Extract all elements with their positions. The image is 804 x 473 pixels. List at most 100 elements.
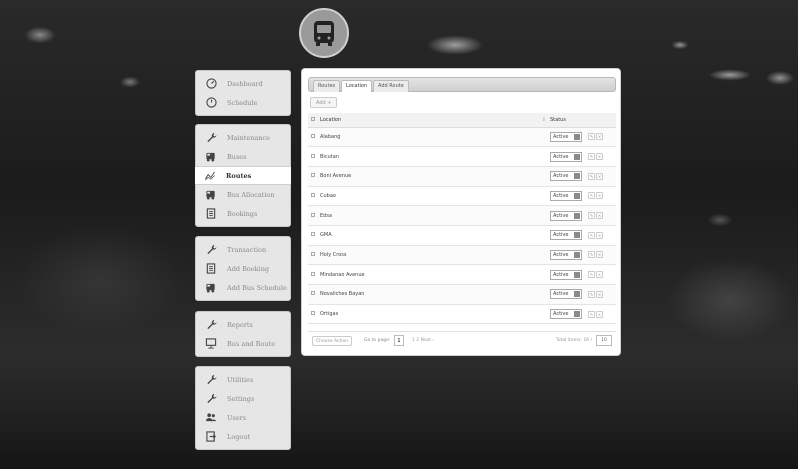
delete-icon[interactable]: × <box>596 290 603 298</box>
row-checkbox[interactable] <box>311 133 315 138</box>
bus-icon <box>314 21 334 46</box>
row-checkbox[interactable] <box>311 173 315 178</box>
sidebar-item-dashboard[interactable]: Dashboard <box>196 74 290 93</box>
clock-icon <box>205 97 217 109</box>
sidebar-item-bus-allocation[interactable]: Bus Allocation <box>196 185 290 204</box>
table-row: Cubao Active ✎ × <box>308 186 616 206</box>
edit-icon[interactable]: ✎ <box>588 251 595 259</box>
row-checkbox[interactable] <box>311 271 315 276</box>
sidebar-item-add-booking[interactable]: Add Booking <box>196 259 290 278</box>
status-column-header[interactable]: Status <box>550 113 588 128</box>
tab-location[interactable]: Location <box>341 80 373 92</box>
pagination-links[interactable]: 1 2 Next › <box>412 338 434 343</box>
page-number-input[interactable]: 1 <box>394 335 404 346</box>
wrench-icon <box>205 393 217 405</box>
chevron-down-icon <box>574 311 580 318</box>
delete-icon[interactable]: × <box>596 271 603 279</box>
row-checkbox[interactable] <box>311 291 315 296</box>
sidebar-item-transaction[interactable]: Transaction <box>196 240 290 259</box>
status-select[interactable]: Active <box>550 249 582 260</box>
edit-icon[interactable]: ✎ <box>588 212 595 220</box>
choose-action-select[interactable]: Choose Action <box>312 336 353 346</box>
sidebar-group: Transaction Add Booking Add Bus Schedule <box>195 236 291 301</box>
sidebar-item-label: Schedule <box>227 98 258 107</box>
location-table: Location ⇕ Status Alabang Active ✎ × Bicut… <box>308 113 616 324</box>
location-cell: Holy Cross <box>320 251 347 258</box>
table-row: Alabang Active ✎ × <box>308 127 616 147</box>
row-checkbox[interactable] <box>311 232 315 237</box>
delete-icon[interactable]: × <box>596 192 603 200</box>
edit-icon[interactable]: ✎ <box>588 153 595 161</box>
row-checkbox[interactable] <box>311 311 315 316</box>
edit-icon[interactable]: ✎ <box>588 290 595 298</box>
sidebar-item-label: Users <box>227 413 247 422</box>
sidebar-item-label: Maintenance <box>227 133 270 142</box>
sidebar-item-label: Routes <box>226 171 252 180</box>
clipboard-icon <box>205 208 217 220</box>
edit-icon[interactable]: ✎ <box>588 310 595 318</box>
delete-icon[interactable]: × <box>596 310 603 318</box>
row-checkbox[interactable] <box>311 251 315 256</box>
sidebar-item-buses[interactable]: Buses <box>196 147 290 166</box>
status-select[interactable]: Active <box>550 190 582 201</box>
delete-icon[interactable]: × <box>596 231 603 239</box>
table-row: Holy Cross Active ✎ × <box>308 245 616 265</box>
edit-icon[interactable]: ✎ <box>588 192 595 200</box>
table-footer: Choose Action Go to page: 1 1 2 Next › T… <box>308 331 616 349</box>
chevron-down-icon <box>574 153 580 160</box>
status-select[interactable]: Active <box>550 210 582 221</box>
tab-routes[interactable]: Routes <box>313 80 341 92</box>
sidebar-item-routes[interactable]: Routes <box>195 166 291 185</box>
status-select[interactable]: Active <box>550 151 582 162</box>
sort-icon[interactable]: ⇕ <box>542 117 546 123</box>
delete-icon[interactable]: × <box>596 251 603 259</box>
row-checkbox[interactable] <box>311 153 315 158</box>
edit-icon[interactable]: ✎ <box>588 133 595 141</box>
select-all-checkbox[interactable] <box>311 116 315 121</box>
add-button[interactable]: Add + <box>310 97 338 108</box>
sidebar-item-label: Bookings <box>227 209 258 218</box>
status-select[interactable]: Active <box>550 131 582 142</box>
row-checkbox[interactable] <box>311 212 315 217</box>
sidebar-item-add-bus-schedule[interactable]: Add Bus Schedule <box>196 278 290 297</box>
edit-icon[interactable]: ✎ <box>588 271 595 279</box>
status-value: Active <box>553 271 569 278</box>
items-per-page-select[interactable]: 10 <box>596 335 612 346</box>
status-select[interactable]: Active <box>550 269 582 280</box>
edit-icon[interactable]: ✎ <box>588 231 595 239</box>
delete-icon[interactable]: × <box>596 153 603 161</box>
location-cell: Cubao <box>320 192 336 199</box>
status-select[interactable]: Active <box>550 309 582 320</box>
sidebar-item-label: Add Booking <box>227 264 270 273</box>
status-select[interactable]: Active <box>550 171 582 182</box>
sidebar-item-logout[interactable]: Logout <box>196 427 290 446</box>
location-cell: Boni Avenue <box>320 173 352 180</box>
sidebar-item-label: Reports <box>227 320 253 329</box>
total-items-label: Total items: 16 / <box>555 338 592 343</box>
sidebar-item-maintenance[interactable]: Maintenance <box>196 128 290 147</box>
sidebar-item-reports[interactable]: Reports <box>196 315 290 334</box>
location-column-header[interactable]: Location <box>320 117 341 123</box>
edit-icon[interactable]: ✎ <box>588 172 595 180</box>
delete-icon[interactable]: × <box>596 212 603 220</box>
table-row: Bicutan Active ✎ × <box>308 147 616 167</box>
chevron-down-icon <box>574 291 580 298</box>
status-select[interactable]: Active <box>550 230 582 241</box>
sidebar-item-bookings[interactable]: Bookings <box>196 204 290 223</box>
chevron-down-icon <box>574 212 580 219</box>
delete-icon[interactable]: × <box>596 172 603 180</box>
delete-icon[interactable]: × <box>596 133 603 141</box>
tab-add-route[interactable]: Add Route <box>373 80 409 92</box>
sidebar-item-users[interactable]: Users <box>196 408 290 427</box>
sidebar-item-utilities[interactable]: Utilities <box>196 370 290 389</box>
sidebar-item-schedule[interactable]: Schedule <box>196 93 290 112</box>
sidebar-group: Maintenance Buses Routes Bus Allocation Book… <box>195 124 291 227</box>
row-checkbox[interactable] <box>311 192 315 197</box>
table-row: Mindanao Avenue Active ✎ × <box>308 265 616 285</box>
sidebar-item-bus-and-route[interactable]: Bus and Route <box>196 334 290 353</box>
sidebar-group: Reports Bus and Route <box>195 311 291 357</box>
status-select[interactable]: Active <box>550 289 582 300</box>
chevron-down-icon <box>574 271 580 278</box>
status-value: Active <box>553 192 569 199</box>
sidebar-item-settings[interactable]: Settings <box>196 389 290 408</box>
